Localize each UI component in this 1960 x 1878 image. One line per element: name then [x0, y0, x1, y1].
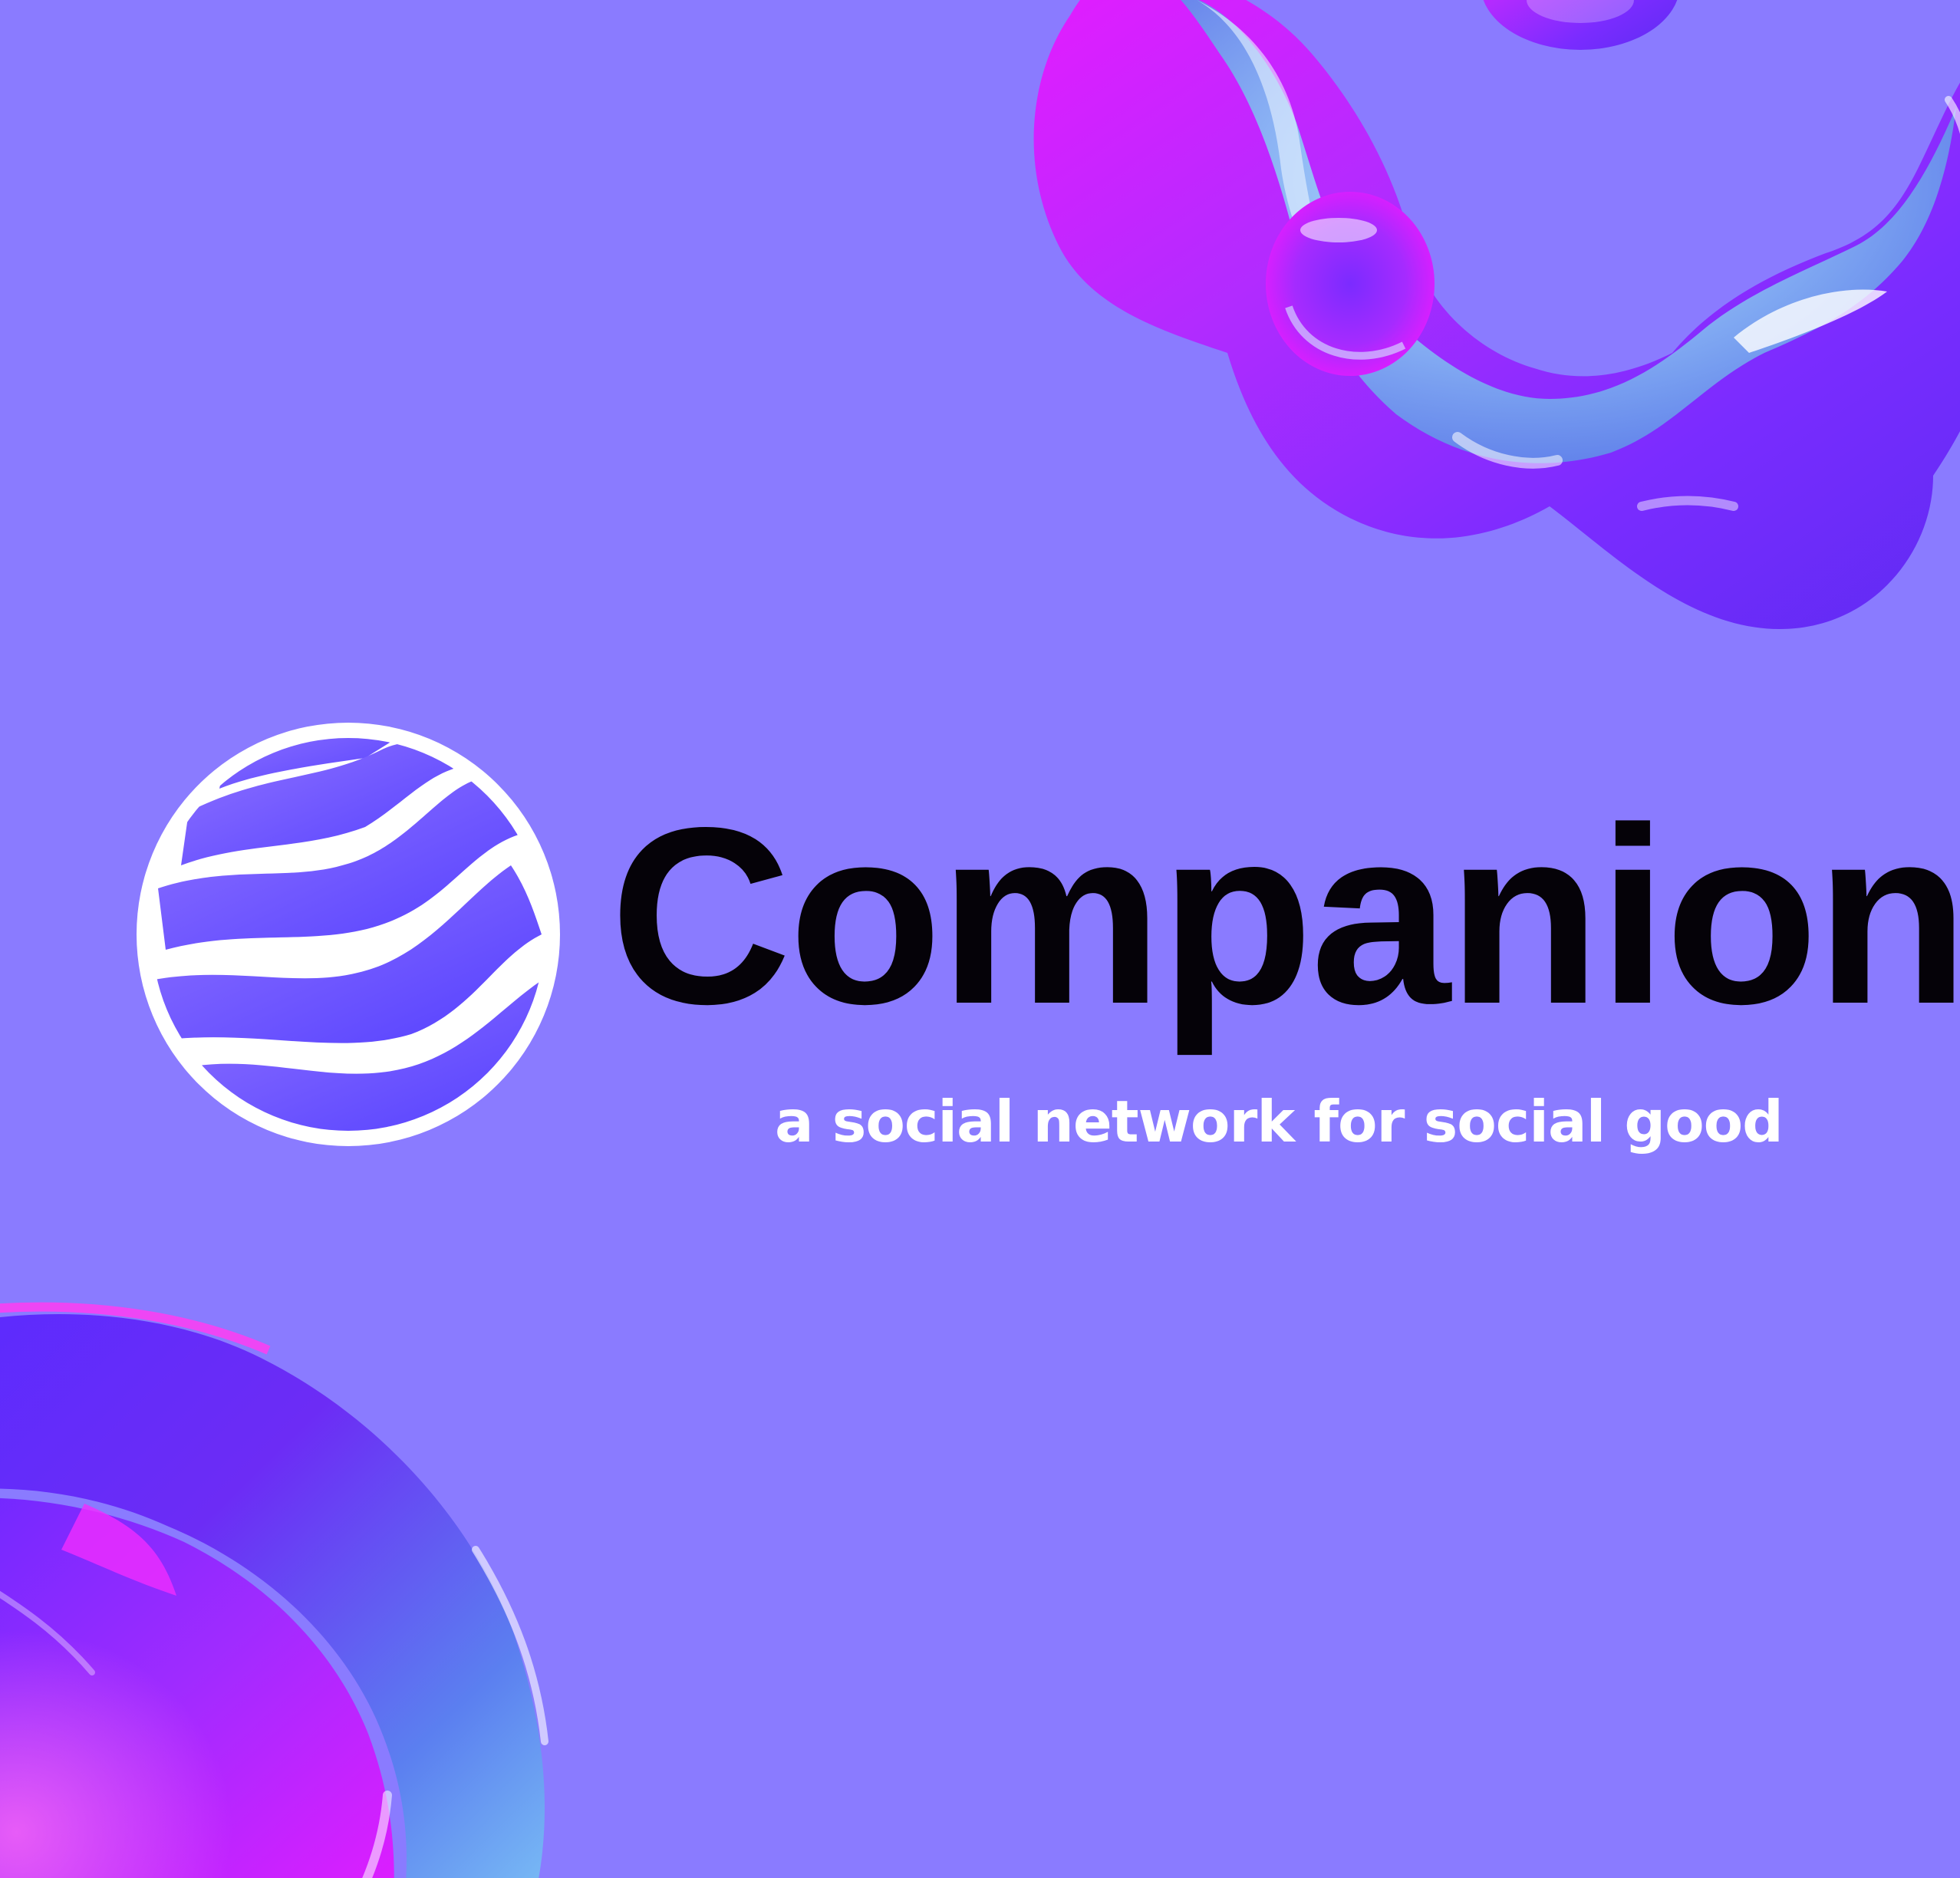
brand-tagline: a social network for social good: [775, 1088, 1784, 1155]
hero-canvas: Companion a social network for social go…: [0, 0, 1960, 1878]
brand-wordmark: Companion: [610, 775, 1960, 1056]
liquid-blob-top-decoration: [1033, 0, 1960, 629]
liquid-ring-bottom-decoration: [0, 1302, 548, 1878]
globe-wave-stripes-icon: [137, 723, 560, 1146]
